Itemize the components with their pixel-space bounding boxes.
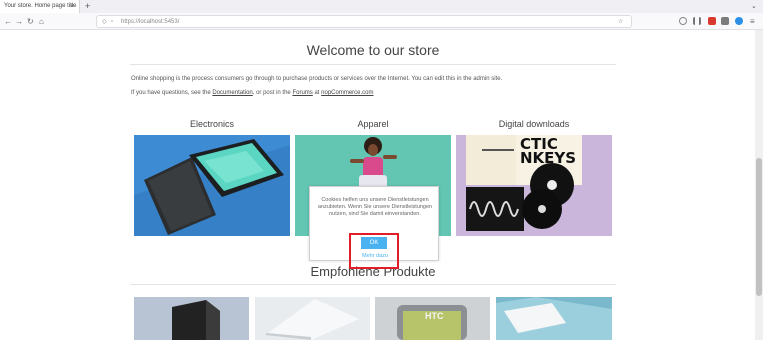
- highlight-box: [349, 233, 399, 269]
- tab-bar: Your store. Home page title × + ⌄: [0, 0, 763, 13]
- reload-button[interactable]: ↻: [27, 13, 34, 30]
- title-divider: [130, 64, 616, 65]
- tab-close-icon[interactable]: ×: [70, 0, 74, 13]
- navigation-toolbar: ← → ↻ ⌂ ◇ ▫ https://localhost:5453/ ☆ ≡: [0, 13, 763, 30]
- lock-icon[interactable]: ▫: [111, 16, 113, 28]
- intro-help-text: If you have questions, see the Documenta…: [131, 90, 374, 96]
- url-text[interactable]: https://localhost:5453/: [121, 16, 179, 28]
- category-label-digital-downloads[interactable]: Digital downloads: [456, 119, 612, 129]
- browser-tab[interactable]: Your store. Home page title ×: [0, 0, 80, 13]
- shield-icon[interactable]: ◇: [102, 16, 107, 28]
- address-bar[interactable]: ◇ ▫ https://localhost:5453/ ☆: [96, 15, 632, 28]
- new-tab-button[interactable]: +: [85, 0, 90, 12]
- intro-text: Online shopping is the process consumers…: [131, 76, 503, 82]
- extension-icon[interactable]: [708, 17, 716, 25]
- featured-divider: [130, 284, 616, 285]
- page-title: Welcome to our store: [306, 42, 440, 58]
- product-image-1[interactable]: [134, 297, 249, 340]
- album-title-text: CTIC NKEYS: [520, 135, 577, 167]
- category-image-electronics[interactable]: [134, 135, 290, 236]
- forums-link[interactable]: Forums: [292, 90, 312, 96]
- forward-button[interactable]: →: [15, 13, 23, 30]
- sync-icon[interactable]: [721, 17, 729, 25]
- account-icon[interactable]: [735, 17, 743, 25]
- product-image-2[interactable]: [255, 297, 370, 340]
- product-badge-text: HTC: [425, 311, 444, 321]
- list-tabs-icon[interactable]: ⌄: [751, 0, 757, 13]
- tab-title: Your store. Home page title: [4, 3, 77, 9]
- menu-icon[interactable]: ≡: [750, 13, 755, 30]
- category-label-apparel[interactable]: Apparel: [295, 119, 451, 129]
- bookmark-star-icon[interactable]: ☆: [618, 16, 623, 28]
- pocket-icon[interactable]: [679, 17, 687, 25]
- product-image-3[interactable]: HTC: [375, 297, 490, 340]
- category-image-digital-downloads[interactable]: CTIC NKEYS: [456, 135, 612, 236]
- page-scrollbar[interactable]: [755, 30, 763, 340]
- nopcommerce-link[interactable]: nopCommerce.com: [321, 90, 373, 96]
- back-button[interactable]: ←: [4, 13, 12, 30]
- product-image-4[interactable]: [496, 297, 612, 340]
- documentation-link[interactable]: Documentation: [212, 90, 252, 96]
- category-label-electronics[interactable]: Electronics: [134, 119, 290, 129]
- scrollbar-thumb[interactable]: [756, 158, 762, 296]
- library-icon[interactable]: [693, 17, 701, 25]
- cookie-message: Cookies helfen uns unsere Dienstleistung…: [317, 197, 433, 217]
- home-button[interactable]: ⌂: [39, 13, 44, 30]
